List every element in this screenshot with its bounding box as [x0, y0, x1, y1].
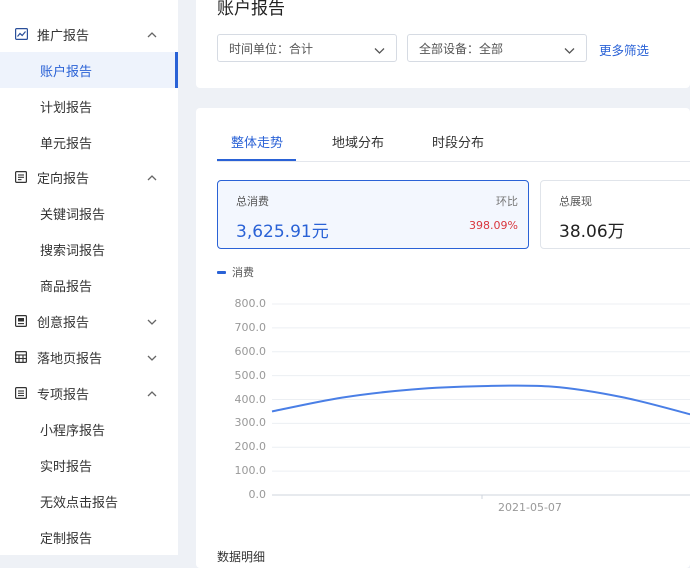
data-detail-title: 数据明细 [217, 550, 266, 564]
x-tick-label: 2021-05-07 [498, 501, 562, 514]
consumption-line-chart [271, 303, 690, 499]
series-line-consumption [271, 384, 690, 416]
